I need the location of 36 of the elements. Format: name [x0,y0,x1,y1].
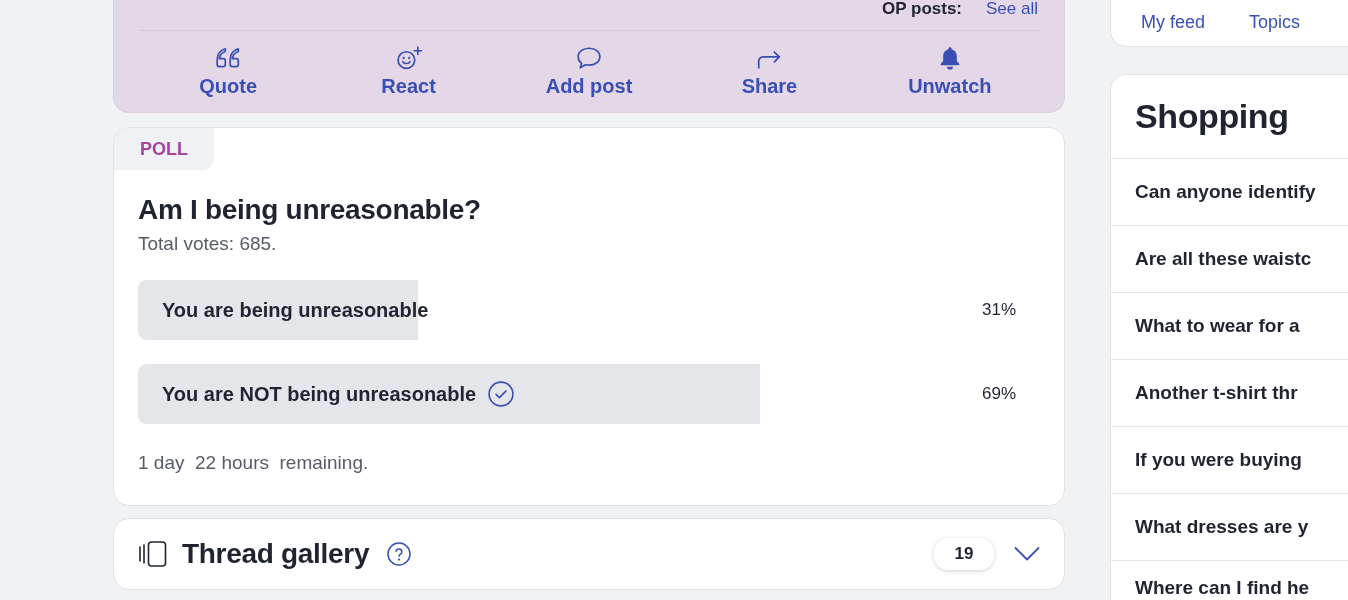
option-label: You are NOT being unreasonable [162,382,477,406]
thread-link[interactable]: Can anyone identify [1111,159,1348,226]
vote-percent: 69% [981,383,1016,406]
thread-link[interactable]: What dresses are y [1111,494,1348,561]
nav-link[interactable]: My feed [1141,11,1206,33]
unwatch-button[interactable]: Unwatch [859,31,1041,98]
nav-link[interactable]: Topics [1249,11,1301,33]
gallery-icon [138,541,168,567]
check-circle-icon [488,381,515,407]
speech-bubble-icon [576,45,602,71]
quote-icon [215,45,242,71]
thread-link[interactable]: If you were buying [1111,427,1348,494]
smiley-plus-icon [395,45,422,71]
vote-bar-track[interactable]: You are being unreasonable 31% [138,280,1040,340]
add-post-button[interactable]: Add post [498,31,680,98]
poll-question: Am I being unreasonable? [138,193,482,227]
total-votes-text: Total votes: 685. [138,232,278,256]
vote-percent: 31% [981,299,1016,322]
share-button[interactable]: Share [679,31,860,98]
section-heading: Shopping [1111,75,1348,159]
thread-link[interactable]: Another t-shirt thr [1111,360,1348,427]
vote-bar-track[interactable]: You are NOT being unreasonable 69% [138,364,1040,424]
thread-link[interactable]: Where can I find he [1111,561,1348,600]
op-posts-label: OP posts: [882,0,962,17]
quote-button[interactable]: Quote [138,31,319,98]
count-badge: 19 [934,538,994,570]
see-all-link[interactable]: See all [986,0,1038,17]
react-button[interactable]: React [318,31,499,98]
chevron-down-icon[interactable] [1014,546,1040,562]
option-label: You are being unreasonable [162,298,429,322]
help-icon[interactable] [387,542,412,566]
thread-link[interactable]: What to wear for a [1111,293,1348,360]
poll-tag: POLL [114,128,214,170]
time-remaining-text: 1 day 22 hours remaining. [138,451,370,475]
thread-link[interactable]: Are all these waistc [1111,226,1348,293]
section-title: Thread gallery [182,537,370,571]
